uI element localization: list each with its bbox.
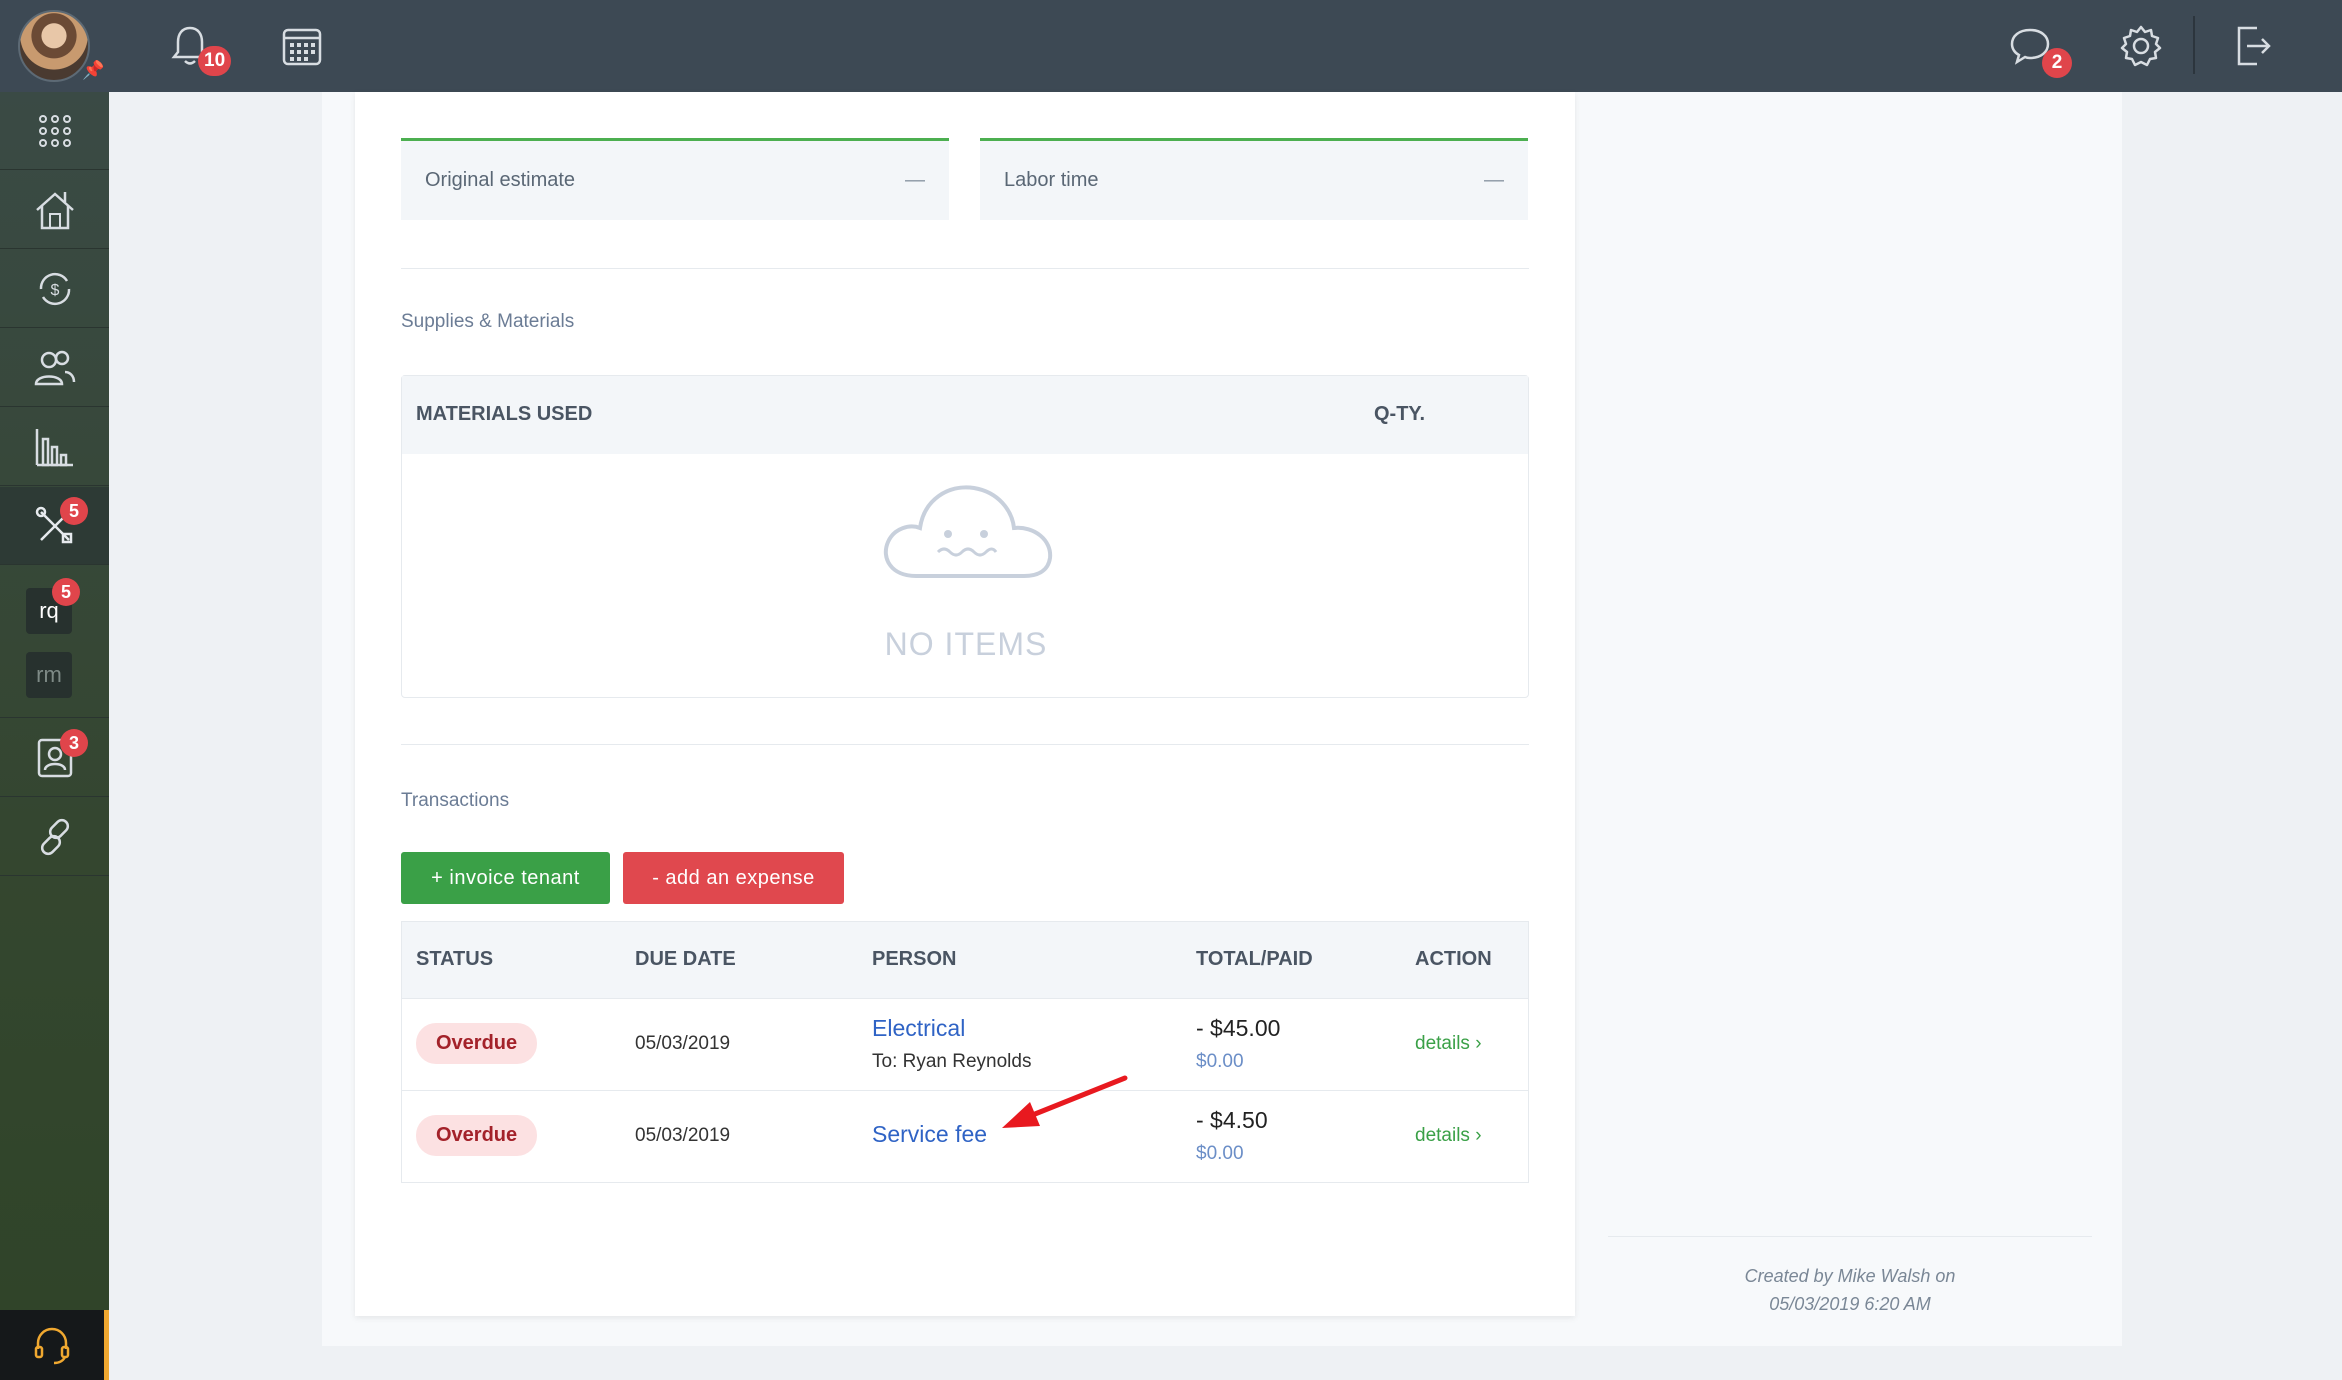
- labor-time-value: —: [1484, 169, 1504, 191]
- svg-text:$: $: [50, 282, 59, 299]
- add-expense-button[interactable]: - add an expense: [623, 852, 844, 904]
- contacts-badge: 3: [60, 729, 88, 757]
- labor-time-label: Labor time: [1004, 169, 1099, 191]
- user-avatar[interactable]: [18, 10, 90, 82]
- bar-chart-icon: [35, 428, 73, 466]
- materials-table-header: MATERIALS USED Q-TY.: [402, 376, 1528, 454]
- messages-badge: 2: [2042, 48, 2072, 78]
- labor-time-box: Labor time —: [980, 138, 1528, 220]
- sidebar-item-rm[interactable]: rm: [26, 652, 72, 698]
- sidebar: $ 5 rq 5 rm 3: [0, 92, 109, 1380]
- paid-amount: $0.00: [1196, 1051, 1244, 1072]
- link-icon: [40, 818, 69, 855]
- maintenance-badge: 5: [60, 497, 88, 525]
- total-amount: - $4.50: [1196, 1107, 1268, 1133]
- people-icon: [34, 350, 75, 385]
- sidebar-item-people[interactable]: [0, 329, 109, 407]
- table-row: Overdue 05/03/2019 Service fee - $4.50 $…: [402, 1090, 1528, 1182]
- transactions-table-header: STATUS DUE DATE PERSON TOTAL/PAID ACTION: [402, 922, 1528, 998]
- empty-cloud-icon: [883, 485, 1053, 578]
- topbar-divider: [2193, 16, 2195, 74]
- original-estimate-value: —: [905, 169, 925, 191]
- due-date: 05/03/2019: [635, 1033, 731, 1054]
- sidebar-item-contacts[interactable]: 3: [0, 719, 109, 797]
- created-by-line2: 05/03/2019 6:20 AM: [1769, 1294, 1931, 1314]
- details-link[interactable]: details ›: [1415, 1033, 1482, 1055]
- notifications-badge: 10: [198, 46, 232, 76]
- divider: [401, 268, 1529, 269]
- sidebar-item-maintenance[interactable]: 5: [0, 487, 109, 565]
- action-header: ACTION: [1415, 948, 1492, 970]
- created-by-info: Created by Mike Walsh on 05/03/2019 6:20…: [1610, 1262, 2090, 1318]
- sidebar-item-properties[interactable]: [0, 171, 109, 249]
- status-header: STATUS: [416, 948, 494, 970]
- calendar-icon[interactable]: [274, 18, 330, 74]
- invoice-tenant-button[interactable]: + invoice tenant: [401, 852, 610, 904]
- materials-table: MATERIALS USED Q-TY. NO ITEMS: [401, 375, 1529, 698]
- person-link[interactable]: Electrical: [872, 1015, 965, 1042]
- qty-header: Q-TY.: [1374, 403, 1426, 425]
- status-badge: Overdue: [416, 1115, 538, 1156]
- no-items-text: NO ITEMS: [884, 626, 1048, 662]
- transactions-section-title: Transactions: [401, 790, 510, 811]
- materials-used-header: MATERIALS USED: [416, 403, 593, 425]
- house-icon: [35, 191, 74, 229]
- details-link[interactable]: details ›: [1415, 1125, 1482, 1147]
- messages-icon[interactable]: 2: [2002, 18, 2072, 78]
- apps-grid-icon: [38, 114, 71, 147]
- settings-gear-icon[interactable]: [2113, 18, 2169, 74]
- sidebar-item-apps[interactable]: [0, 92, 109, 170]
- sidebar-item-accounting[interactable]: $: [0, 250, 109, 328]
- rq-badge: 5: [52, 578, 80, 606]
- sidebar-item-integrations[interactable]: [0, 798, 109, 876]
- right-panel: [1576, 92, 2122, 1346]
- original-estimate-label: Original estimate: [425, 169, 576, 191]
- person-header: PERSON: [872, 948, 957, 970]
- sidebar-shortcuts: rq 5 rm: [0, 566, 109, 718]
- transactions-table: STATUS DUE DATE PERSON TOTAL/PAID ACTION…: [401, 921, 1529, 1183]
- divider: [1608, 1236, 2092, 1237]
- divider: [401, 744, 1529, 745]
- due-date: 05/03/2019: [635, 1125, 731, 1146]
- person-link[interactable]: Service fee: [872, 1121, 987, 1148]
- support-headset-button[interactable]: [0, 1310, 109, 1380]
- headset-icon: [34, 1327, 70, 1365]
- annotation-arrow-icon: [1002, 1075, 1128, 1128]
- top-bar: 📌 10 2: [0, 0, 2342, 92]
- pin-icon[interactable]: 📌: [82, 60, 104, 81]
- original-estimate-box: Original estimate —: [401, 138, 949, 220]
- paid-amount: $0.00: [1196, 1143, 1244, 1164]
- status-badge: Overdue: [416, 1023, 538, 1064]
- total-amount: - $45.00: [1196, 1015, 1281, 1041]
- table-row: Overdue 05/03/2019 Electrical To: Ryan R…: [402, 998, 1528, 1090]
- sidebar-item-reports[interactable]: [0, 408, 109, 486]
- due-date-header: DUE DATE: [635, 948, 736, 970]
- logout-icon[interactable]: [2225, 18, 2281, 74]
- money-cycle-icon: $: [39, 272, 70, 305]
- total-paid-header: TOTAL/PAID: [1196, 948, 1313, 970]
- created-by-line1: Created by Mike Walsh on: [1744, 1266, 1956, 1286]
- notifications-bell-icon[interactable]: 10: [162, 18, 232, 76]
- supplies-section-title: Supplies & Materials: [401, 311, 575, 332]
